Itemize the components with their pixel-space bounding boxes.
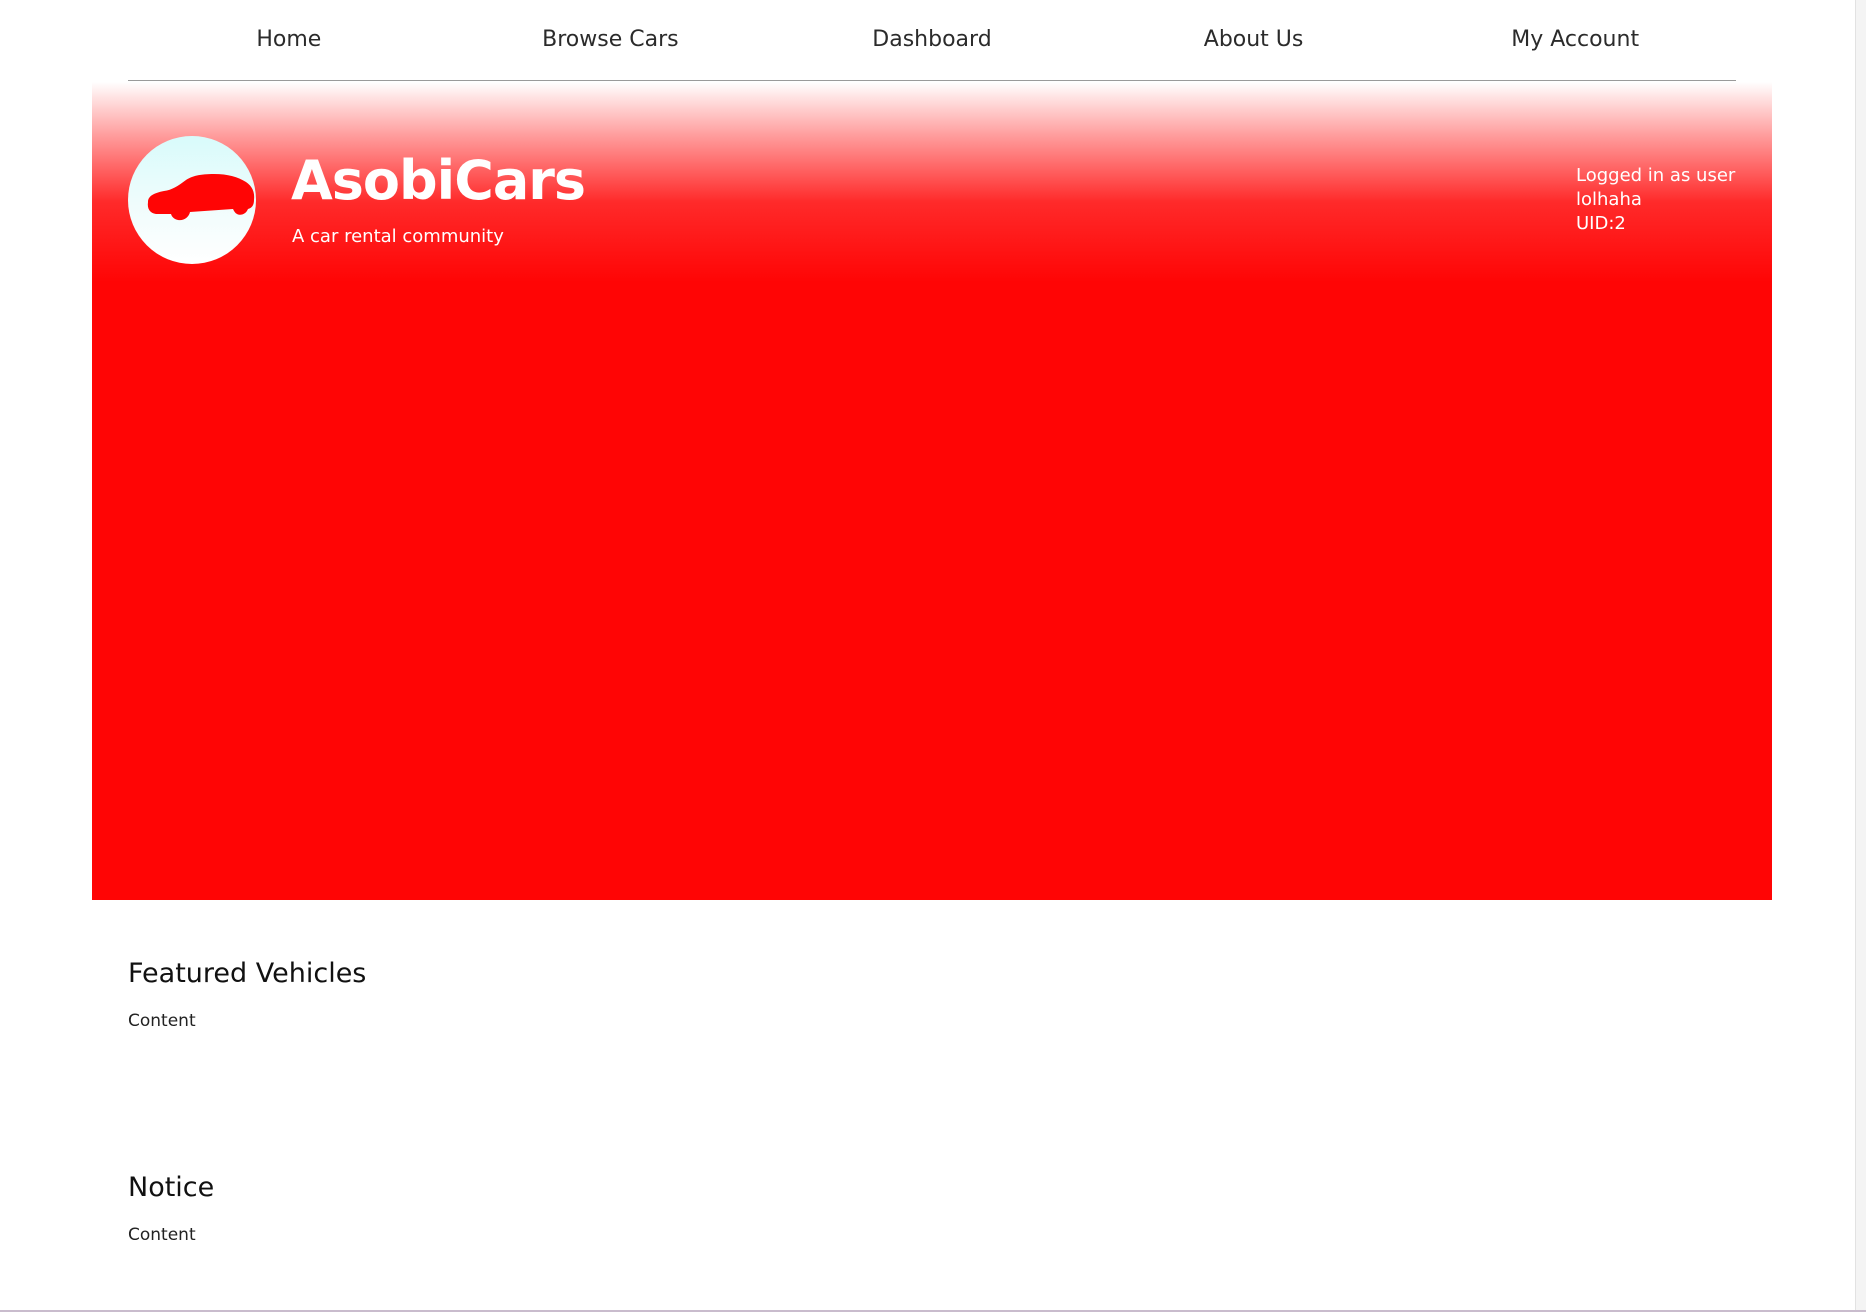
brand-title[interactable]: AsobiCars xyxy=(291,154,586,208)
nav-item-about-us[interactable]: About Us xyxy=(1093,0,1415,80)
notice-section: Notice Content xyxy=(128,1172,214,1245)
user-id: UID:2 xyxy=(1576,213,1626,234)
logged-in-label: Logged in as user xyxy=(1576,165,1736,186)
nav-item-dashboard[interactable]: Dashboard xyxy=(771,0,1093,80)
nav-item-home[interactable]: Home xyxy=(128,0,450,80)
top-navigation: Home Browse Cars Dashboard About Us My A… xyxy=(128,0,1736,81)
car-icon xyxy=(147,174,255,221)
featured-vehicles-section: Featured Vehicles Content xyxy=(128,958,366,1031)
nav-item-my-account[interactable]: My Account xyxy=(1414,0,1736,80)
section-title: Featured Vehicles xyxy=(128,958,367,989)
page: Home Browse Cars Dashboard About Us My A… xyxy=(0,0,1866,1312)
username: lolhaha xyxy=(1576,189,1642,210)
nav-item-browse-cars[interactable]: Browse Cars xyxy=(450,0,772,80)
section-content: Content xyxy=(128,1011,196,1031)
user-info: Logged in as user lolhaha UID:2 xyxy=(1576,164,1736,236)
logo[interactable] xyxy=(128,136,256,264)
brand-tagline: A car rental community xyxy=(292,226,504,247)
scrollbar[interactable] xyxy=(1855,0,1866,1310)
section-content: Content xyxy=(128,1225,196,1245)
section-title: Notice xyxy=(128,1172,215,1203)
hero-banner: AsobiCars A car rental community Logged … xyxy=(92,82,1772,900)
